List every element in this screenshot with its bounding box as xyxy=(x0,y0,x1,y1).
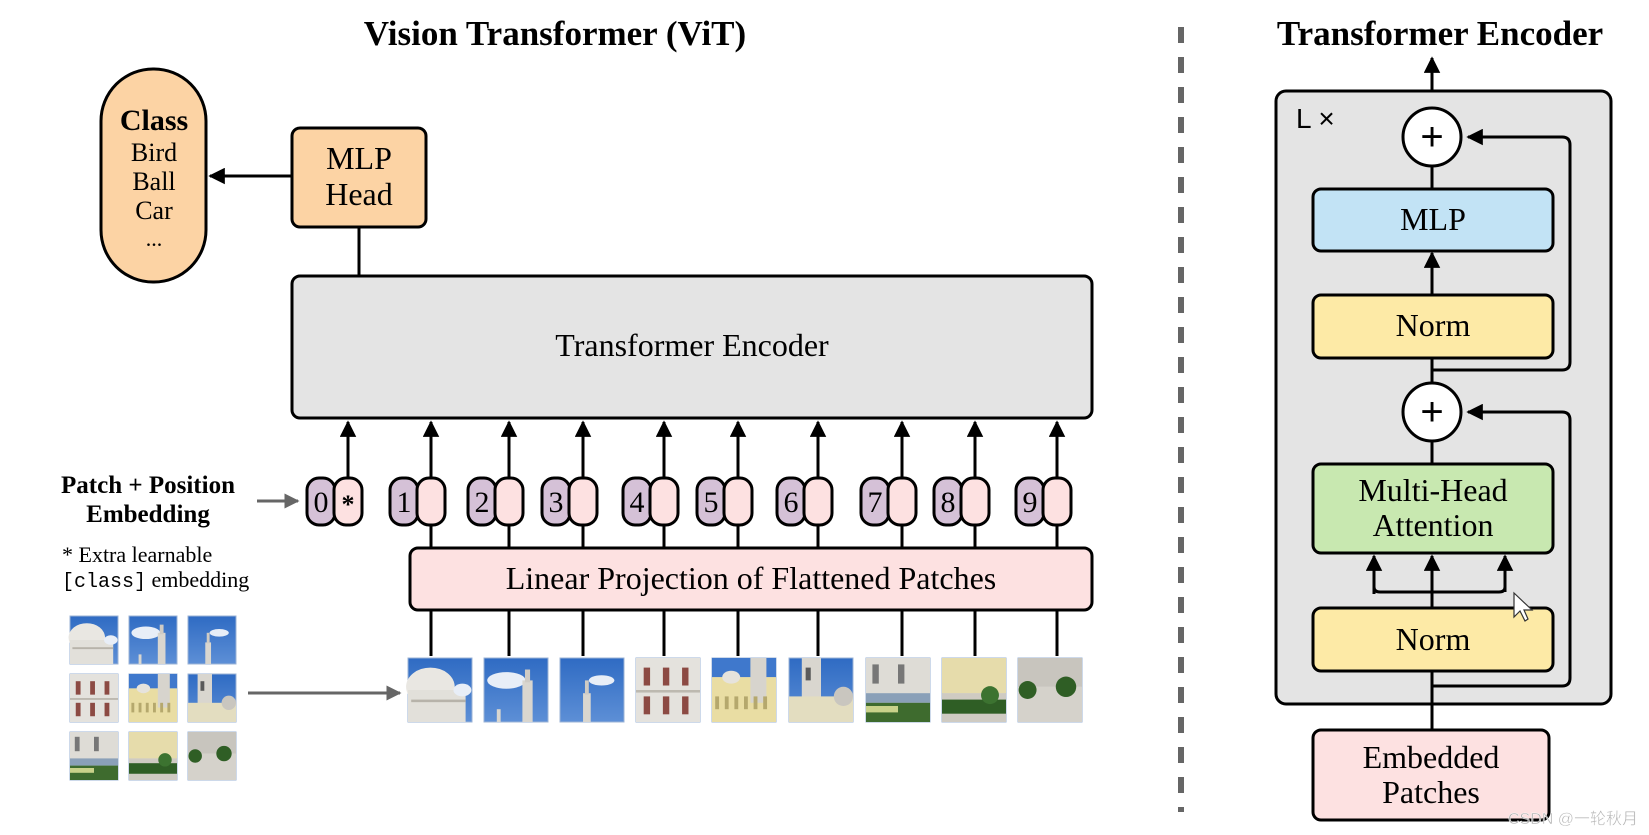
mlp-head-line2: Head xyxy=(325,176,393,212)
image-patch-tower-side xyxy=(788,657,854,723)
patch-embedding xyxy=(415,476,447,527)
token-5: 5 xyxy=(695,420,754,548)
patch-embedding xyxy=(648,476,680,527)
token-row: 0 * 1 2 3 4 5 6 7 8 9 xyxy=(305,420,1073,548)
norm-block-top: Norm xyxy=(1311,293,1555,360)
position-index: 8 xyxy=(941,486,956,519)
linear-projection-box: Linear Projection of Flattened Patches xyxy=(408,546,1094,612)
add-node-bottom: + xyxy=(1401,381,1463,443)
token-7: 7 xyxy=(859,420,918,548)
embedding-label-line1: Patch + Position xyxy=(61,472,235,499)
patch-embedding xyxy=(722,476,754,527)
vit-title: Vision Transformer (ViT) xyxy=(364,14,746,53)
class-token-marker: * xyxy=(342,490,355,519)
norm-bottom-label: Norm xyxy=(1396,621,1471,657)
position-index: 4 xyxy=(630,486,645,519)
patch-embedding xyxy=(1041,476,1073,527)
embedded-label-line1: Embedded xyxy=(1363,739,1500,775)
position-index: 3 xyxy=(549,486,564,519)
image-patch-sky-spire xyxy=(559,657,625,723)
attention-label-line2: Attention xyxy=(1373,507,1494,543)
class-heading: Class xyxy=(120,104,188,137)
position-index: 1 xyxy=(397,486,412,519)
image-patch-yellow-palace xyxy=(711,657,777,723)
transformer-encoder-label: Transformer Encoder xyxy=(555,327,829,363)
mlp-label: MLP xyxy=(1400,201,1466,237)
add-node-top: + xyxy=(1401,106,1463,168)
image-patch-sky-cloud-tower xyxy=(483,657,549,723)
image-patch-sky-cloud-tower xyxy=(128,615,178,665)
token-1: 1 xyxy=(388,420,447,548)
vit-diagram: Vision Transformer (ViT) Class Bird Ball… xyxy=(61,14,1638,828)
norm-top-label: Norm xyxy=(1396,307,1471,343)
image-patch-white-facade xyxy=(635,657,701,723)
image-patch-grid xyxy=(68,615,237,781)
image-patch-tower-side xyxy=(187,673,237,723)
mlp-block: MLP xyxy=(1311,187,1555,253)
class-embedding-rest: embedding xyxy=(146,567,249,592)
repeat-label: L × xyxy=(1296,103,1335,134)
embedded-label-line2: Patches xyxy=(1382,774,1480,810)
image-patch-plaza-trees xyxy=(187,731,237,781)
position-index: 9 xyxy=(1023,486,1038,519)
patch-embedding xyxy=(886,476,918,527)
token-8: 8 xyxy=(932,420,991,548)
encoder-detail-title: Transformer Encoder xyxy=(1277,14,1603,53)
image-patch-street-cars xyxy=(69,731,119,781)
position-index: 2 xyxy=(475,486,490,519)
position-index: 0 xyxy=(314,486,329,519)
token-4: 4 xyxy=(621,420,680,548)
flattened-patch-sequence xyxy=(406,610,1083,723)
class-item-car: Car xyxy=(135,196,173,225)
class-item-bird: Bird xyxy=(131,138,177,167)
image-patch-white-facade xyxy=(69,673,119,723)
position-index: 5 xyxy=(704,486,719,519)
image-patch-dome-sky xyxy=(406,657,473,723)
mlp-head-line1: MLP xyxy=(326,140,392,176)
token-2: 2 xyxy=(466,420,525,548)
watermark: CSDN @一轮秋月 xyxy=(1508,810,1638,828)
image-patch-sky-spire xyxy=(187,615,237,665)
image-patch-yellow-palace xyxy=(128,673,178,723)
image-patch-street-cars xyxy=(865,657,931,723)
token-6: 6 xyxy=(775,420,834,548)
attention-label-line1: Multi-Head xyxy=(1358,472,1507,508)
token-3: 3 xyxy=(540,420,599,548)
image-patch-dome-sky xyxy=(68,615,119,665)
linear-projection-label: Linear Projection of Flattened Patches xyxy=(506,560,997,596)
position-index: 7 xyxy=(868,486,883,519)
token-0: 0 * xyxy=(305,420,364,527)
embedded-patches-block: Embedded Patches xyxy=(1311,728,1551,822)
extra-learnable-note: * Extra learnable xyxy=(62,542,212,567)
image-patch-plaza-trees xyxy=(1017,657,1083,723)
mlp-head-box: MLP Head xyxy=(290,126,428,229)
token-9: 9 xyxy=(1014,420,1073,548)
class-output-box: Class Bird Ball Car ... xyxy=(99,67,208,284)
class-item-ball: Ball xyxy=(132,167,175,196)
transformer-encoder-box: Transformer Encoder xyxy=(290,274,1094,420)
patch-embedding xyxy=(959,476,991,527)
class-embedding-note: [class] embedding xyxy=(62,567,249,594)
patch-embedding xyxy=(802,476,834,527)
embedding-label-line2: Embedding xyxy=(86,501,210,528)
position-index: 6 xyxy=(784,486,799,519)
image-patch-garden-hedge xyxy=(941,657,1007,723)
norm-block-bottom: Norm xyxy=(1311,606,1555,673)
class-item-ellipsis: ... xyxy=(146,226,163,251)
add-icon: + xyxy=(1420,390,1443,434)
attention-block: Multi-Head Attention xyxy=(1311,462,1555,555)
image-patch-garden-hedge xyxy=(128,731,178,781)
add-icon: + xyxy=(1420,115,1443,159)
class-token-code: [class] xyxy=(62,571,146,594)
patch-embedding xyxy=(567,476,599,527)
patch-embedding xyxy=(493,476,525,527)
